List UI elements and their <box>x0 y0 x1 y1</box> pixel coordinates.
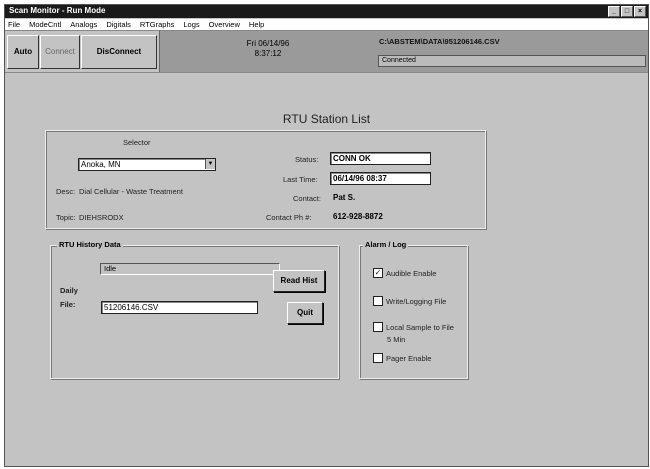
sample-interval-label: 5 Min <box>387 335 406 344</box>
menu-logs[interactable]: Logs <box>183 19 199 30</box>
topic-label: Topic: <box>56 213 76 222</box>
history-file-input[interactable]: 51206146.CSV <box>101 301 258 314</box>
file-path-panel: C:\ABSTEM\DATA\951206146.CSV Connected <box>375 31 648 72</box>
datetime-display: Fri 06/14/96 8:37:12 <box>159 31 376 72</box>
quit-button[interactable]: Quit <box>287 302 323 324</box>
contact-phone-value: 612-928-8872 <box>333 212 383 221</box>
audible-enable-label: Audible Enable <box>386 268 437 278</box>
checkbox-box <box>373 322 383 332</box>
maximize-button[interactable]: □ <box>621 6 633 17</box>
desc-value: Dial Cellular - Waste Treatment <box>79 187 183 196</box>
menu-analogs[interactable]: Analogs <box>70 19 97 30</box>
last-time-label: Last Time: <box>283 175 318 184</box>
topic-value: DIEHSRODX <box>79 213 124 222</box>
menu-digitals[interactable]: Digitals <box>106 19 131 30</box>
history-label: RTU History Data <box>57 240 123 249</box>
connect-button[interactable]: Connect <box>40 35 80 69</box>
file-label: File: <box>60 300 76 309</box>
checkbox-box <box>373 296 383 306</box>
app-window: Scan Monitor - Run Mode _ □ × File ModeC… <box>4 4 649 467</box>
toolbar: Auto Connect DisConnect Fri 06/14/96 8:3… <box>5 31 648 73</box>
menu-help[interactable]: Help <box>249 19 264 30</box>
write-logging-checkbox[interactable]: Write/Logging File <box>373 296 446 306</box>
time-display: 8:37:12 <box>254 49 282 58</box>
read-hist-button[interactable]: Read Hist <box>273 270 325 292</box>
auto-button[interactable]: Auto <box>7 35 39 69</box>
window-controls: _ □ × <box>608 6 646 17</box>
contact-label: Contact: <box>293 194 321 203</box>
desc-label: Desc: <box>56 187 76 196</box>
disconnect-button[interactable]: DisConnect <box>81 35 157 69</box>
status-label: Status: <box>295 155 319 164</box>
menu-rtgraphs[interactable]: RTGraphs <box>140 19 174 30</box>
pager-enable-label: Pager Enable <box>386 353 432 363</box>
menu-overview[interactable]: Overview <box>209 19 240 30</box>
menu-modecntl[interactable]: ModeCntl <box>29 19 61 30</box>
date-display: Fri 06/14/96 <box>246 39 290 48</box>
alarm-label: Alarm / Log <box>363 240 409 249</box>
window-title: Scan Monitor - Run Mode <box>9 6 106 15</box>
close-button[interactable]: × <box>634 6 646 17</box>
contact-value: Pat S. <box>333 193 356 202</box>
file-path: C:\ABSTEM\DATA\951206146.CSV <box>379 37 500 46</box>
alarm-panel: Alarm / Log ✓ Audible Enable Write/Loggi… <box>359 240 468 379</box>
chevron-down-icon[interactable]: ▼ <box>205 159 215 169</box>
station-panel: Selector Anoka, MN ▼ Desc: Dial Cellular… <box>45 130 486 229</box>
contact-phone-label: Contact Ph #: <box>266 213 312 222</box>
history-status: Idle <box>100 263 280 275</box>
audible-enable-check-icon: ✓ <box>373 268 383 278</box>
page-title: RTU Station List <box>282 112 371 126</box>
daily-label: Daily <box>60 286 78 295</box>
local-sample-label: Local Sample to File <box>386 322 454 332</box>
station-select[interactable]: Anoka, MN ▼ <box>78 158 216 171</box>
last-time-field: 06/14/96 08:37 <box>330 172 431 185</box>
station-select-value: Anoka, MN <box>81 160 121 169</box>
menu-bar: File ModeCntl Analogs Digitals RTGraphs … <box>5 19 648 31</box>
status-field: CONN OK <box>330 152 431 165</box>
checkbox-box <box>373 353 383 363</box>
selector-label: Selector <box>123 138 151 147</box>
minimize-button[interactable]: _ <box>608 6 620 17</box>
audible-enable-checkbox[interactable]: ✓ Audible Enable <box>373 268 436 278</box>
connection-status: Connected <box>378 55 646 67</box>
menu-file[interactable]: File <box>8 19 20 30</box>
pager-enable-checkbox[interactable]: Pager Enable <box>373 353 431 363</box>
history-panel: RTU History Data Idle Daily File: 512061… <box>50 240 339 379</box>
local-sample-checkbox[interactable]: Local Sample to File <box>373 322 454 332</box>
write-logging-label: Write/Logging File <box>386 296 447 306</box>
title-bar[interactable]: Scan Monitor - Run Mode _ □ × <box>5 5 648 18</box>
